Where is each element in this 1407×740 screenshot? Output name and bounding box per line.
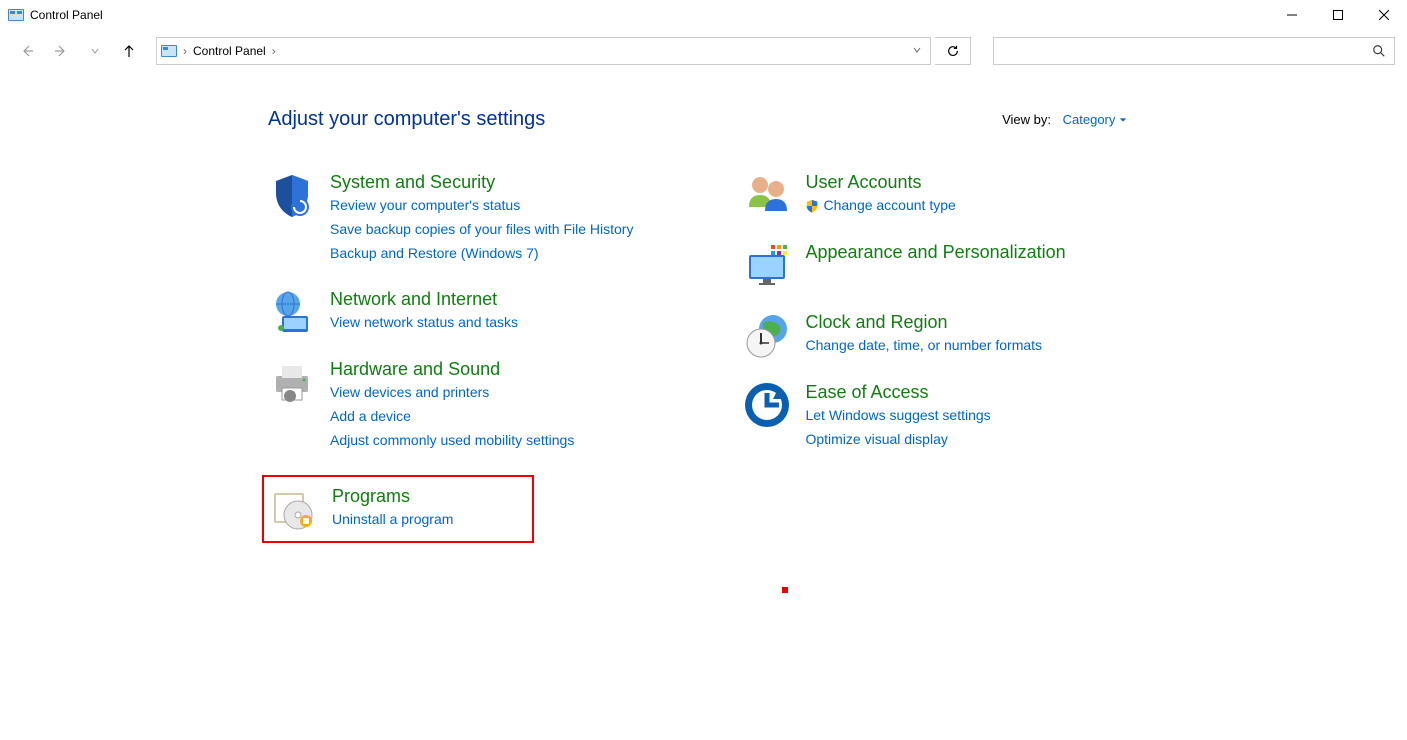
nav-recent-dropdown[interactable]	[80, 36, 110, 66]
category-title[interactable]: Hardware and Sound	[330, 358, 574, 381]
window-title: Control Panel	[30, 8, 103, 22]
category-title[interactable]: Ease of Access	[805, 381, 990, 404]
category-link[interactable]: View devices and printers	[330, 381, 574, 405]
nav-back-button[interactable]	[12, 36, 42, 66]
category-title[interactable]: Network and Internet	[330, 288, 518, 311]
globe-network-icon[interactable]	[268, 288, 316, 336]
category-title[interactable]: User Accounts	[805, 171, 955, 194]
category-link[interactable]: Uninstall a program	[332, 508, 453, 532]
window-titlebar: Control Panel	[0, 0, 1407, 30]
control-panel-icon	[161, 44, 177, 58]
category-link[interactable]: Adjust commonly used mobility settings	[330, 429, 574, 453]
category-network-internet: Network and Internet View network status…	[268, 288, 633, 336]
category-appearance-personalization: Appearance and Personalization	[743, 241, 1065, 289]
programs-disc-icon[interactable]	[270, 485, 318, 533]
category-title[interactable]: Programs	[332, 485, 453, 508]
uac-shield-icon	[805, 199, 819, 213]
category-programs: Programs Uninstall a program	[262, 475, 534, 543]
category-link[interactable]: Let Windows suggest settings	[805, 404, 990, 428]
category-system-security: System and Security Review your computer…	[268, 171, 633, 266]
ease-of-access-icon[interactable]	[743, 381, 791, 429]
view-by: View by: Category	[1002, 112, 1127, 127]
nav-up-button[interactable]	[114, 36, 144, 66]
navigation-bar: › Control Panel ›	[0, 30, 1407, 72]
category-link[interactable]: Save backup copies of your files with Fi…	[330, 218, 633, 242]
shield-icon[interactable]	[268, 171, 316, 219]
breadcrumb-separator-icon: ›	[272, 44, 276, 58]
category-link[interactable]: Change date, time, or number formats	[805, 334, 1042, 358]
view-by-label: View by:	[1002, 112, 1051, 127]
clock-globe-icon[interactable]	[743, 311, 791, 359]
search-icon	[1372, 44, 1386, 58]
category-hardware-sound: Hardware and Sound View devices and prin…	[268, 358, 633, 453]
category-link[interactable]: Change account type	[805, 194, 955, 218]
view-by-dropdown[interactable]: Category	[1063, 112, 1127, 127]
category-link[interactable]: Add a device	[330, 405, 574, 429]
printer-icon[interactable]	[268, 358, 316, 406]
annotation-marker	[782, 587, 788, 593]
category-title[interactable]: System and Security	[330, 171, 633, 194]
category-title[interactable]: Appearance and Personalization	[805, 241, 1065, 264]
breadcrumb-root[interactable]: Control Panel	[193, 44, 266, 58]
category-link[interactable]: View network status and tasks	[330, 311, 518, 335]
content-area: Adjust your computer's settings View by:…	[0, 72, 1407, 565]
category-title[interactable]: Clock and Region	[805, 311, 1042, 334]
window-minimize-button[interactable]	[1269, 0, 1315, 30]
category-ease-of-access: Ease of Access Let Windows suggest setti…	[743, 381, 1065, 452]
window-close-button[interactable]	[1361, 0, 1407, 30]
page-title: Adjust your computer's settings	[268, 108, 545, 131]
control-panel-icon	[8, 7, 24, 23]
address-bar[interactable]: › Control Panel ›	[156, 37, 931, 65]
category-link[interactable]: Backup and Restore (Windows 7)	[330, 242, 633, 266]
category-link[interactable]: Optimize visual display	[805, 428, 990, 452]
category-user-accounts: User Accounts Change account type	[743, 171, 1065, 219]
category-clock-region: Clock and Region Change date, time, or n…	[743, 311, 1065, 359]
breadcrumb-separator-icon: ›	[183, 44, 187, 58]
right-column: User Accounts Change account type Appear…	[743, 171, 1065, 565]
left-column: System and Security Review your computer…	[268, 171, 633, 565]
refresh-button[interactable]	[935, 37, 971, 65]
category-link[interactable]: Review your computer's status	[330, 194, 633, 218]
nav-forward-button[interactable]	[46, 36, 76, 66]
search-input[interactable]	[993, 37, 1395, 65]
address-history-dropdown[interactable]	[912, 44, 922, 58]
window-maximize-button[interactable]	[1315, 0, 1361, 30]
user-accounts-icon[interactable]	[743, 171, 791, 219]
appearance-icon[interactable]	[743, 241, 791, 289]
